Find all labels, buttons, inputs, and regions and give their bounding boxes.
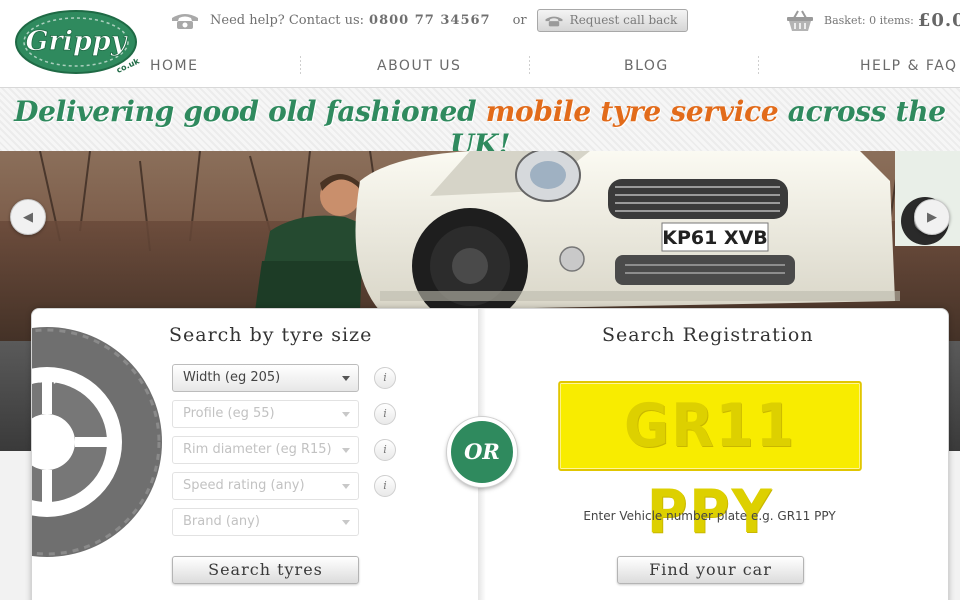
chevron-down-icon	[342, 448, 350, 453]
width-info-icon[interactable]: i	[374, 367, 396, 389]
basket-summary[interactable]: Basket: 0 items: £0.00	[786, 8, 960, 32]
brand-select[interactable]: Brand (any)	[172, 508, 359, 536]
carousel-next-button[interactable]: ▶	[914, 199, 950, 235]
rim-diameter-select[interactable]: Rim diameter (eg R15)	[172, 436, 359, 464]
speed-rating-select[interactable]: Speed rating (any)	[172, 472, 359, 500]
slogan-band: Delivering good old fashioned mobile tyr…	[0, 88, 960, 161]
phone-icon	[172, 14, 198, 29]
callback-label: Request call back	[569, 13, 678, 27]
chevron-down-icon	[342, 412, 350, 417]
hero-car-plate: KP61 XVB	[662, 227, 768, 249]
chevron-down-icon	[342, 376, 350, 381]
width-select-value: Width (eg 205)	[183, 370, 281, 385]
speed-rating-info-icon[interactable]: i	[374, 475, 396, 497]
chevron-left-icon: ◀	[23, 209, 33, 225]
basket-amount: £0.00	[917, 9, 960, 31]
registration-search-title: Search Registration	[602, 324, 814, 346]
profile-select-value: Profile (eg 55)	[183, 406, 275, 421]
slogan-part-1: Delivering good old fashioned	[14, 95, 486, 128]
nav-separator	[529, 56, 530, 76]
find-your-car-button[interactable]: Find your car	[617, 556, 804, 584]
carousel-prev-button[interactable]: ◀	[10, 199, 46, 235]
request-callback-button[interactable]: Request call back	[536, 8, 689, 32]
basket-label: Basket: 0 items:	[824, 13, 914, 27]
speed-rating-select-value: Speed rating (any)	[183, 478, 305, 493]
rim-diameter-info-icon[interactable]: i	[374, 439, 396, 461]
size-search-title: Search by tyre size	[169, 324, 373, 346]
phone-icon	[545, 16, 563, 26]
registration-hint: Enter Vehicle number plate e.g. GR11 PPY	[583, 509, 836, 523]
nav-about-us[interactable]: ABOUT US	[377, 50, 461, 82]
chevron-down-icon	[342, 520, 350, 525]
tyre-icon: 205 / 55 / R15 / V	[32, 327, 162, 557]
width-select[interactable]: Width (eg 205)	[172, 364, 359, 392]
brand-select-value: Brand (any)	[183, 514, 260, 529]
search-tyres-button[interactable]: Search tyres	[172, 556, 359, 584]
nav-separator	[758, 56, 759, 76]
chevron-right-icon: ▶	[927, 209, 937, 225]
or-text: or	[512, 12, 527, 28]
help-phone-number[interactable]: 0800 77 34567	[369, 13, 491, 28]
site-header: Grippy co.uk Need help? Contact us: 0800…	[0, 0, 960, 88]
help-text: Need help? Contact us:	[210, 12, 365, 28]
nav-blog[interactable]: BLOG	[624, 50, 669, 82]
nav-separator	[300, 56, 301, 76]
profile-select[interactable]: Profile (eg 55)	[172, 400, 359, 428]
slogan-highlight: mobile tyre service	[485, 95, 779, 128]
search-panel: 205 / 55 / R15 / V Search by tyre size W…	[31, 308, 949, 600]
main-nav: HOME ABOUT US BLOG HELP & FAQ	[0, 50, 960, 82]
nav-help-faq[interactable]: HELP & FAQ	[860, 50, 958, 82]
registration-plate-input[interactable]: GR11 PPY	[558, 381, 862, 547]
or-badge: OR	[447, 417, 517, 487]
nav-home[interactable]: HOME	[150, 50, 198, 82]
contact-bar: Need help? Contact us: 0800 77 34567 or …	[170, 6, 689, 34]
basket-icon	[787, 10, 813, 31]
profile-info-icon[interactable]: i	[374, 403, 396, 425]
rim-diameter-select-value: Rim diameter (eg R15)	[183, 442, 332, 457]
chevron-down-icon	[342, 484, 350, 489]
